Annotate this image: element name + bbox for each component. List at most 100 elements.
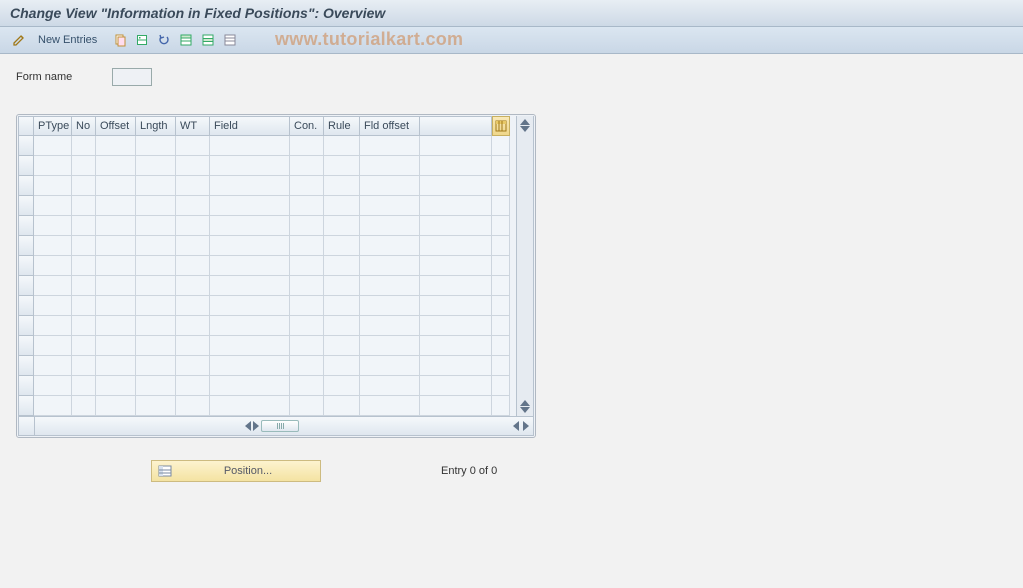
cell-rule[interactable] (324, 316, 360, 336)
scroll-up-icon[interactable] (520, 119, 530, 125)
cell-no[interactable] (72, 196, 96, 216)
cell-ptype[interactable] (34, 336, 72, 356)
cell-lngth[interactable] (136, 356, 176, 376)
cell-wt[interactable] (176, 236, 210, 256)
cell-con[interactable] (290, 376, 324, 396)
cell-ptype[interactable] (34, 216, 72, 236)
cell-lngth[interactable] (136, 396, 176, 416)
cell-field[interactable] (210, 376, 290, 396)
cell-fldoff[interactable] (360, 156, 420, 176)
cell-lngth[interactable] (136, 156, 176, 176)
cell-lngth[interactable] (136, 216, 176, 236)
cell-rule[interactable] (324, 236, 360, 256)
row-selector[interactable] (18, 256, 34, 276)
cell-lngth[interactable] (136, 296, 176, 316)
cell-lngth[interactable] (136, 276, 176, 296)
cell-ptype[interactable] (34, 256, 72, 276)
scroll-down-end-icon[interactable] (520, 407, 530, 413)
cell-con[interactable] (290, 176, 324, 196)
row-selector[interactable] (18, 356, 34, 376)
cell-no[interactable] (72, 156, 96, 176)
cell-field[interactable] (210, 236, 290, 256)
cell-no[interactable] (72, 136, 96, 156)
cell-ptype[interactable] (34, 356, 72, 376)
select-block-icon[interactable] (199, 31, 217, 49)
cell-fldoff[interactable] (360, 136, 420, 156)
cell-wt[interactable] (176, 316, 210, 336)
column-header-lngth[interactable]: Lngth (136, 116, 176, 136)
scroll-up-end-icon[interactable] (520, 400, 530, 406)
cell-offset[interactable] (96, 196, 136, 216)
cell-ptype[interactable] (34, 296, 72, 316)
cell-lngth[interactable] (136, 336, 176, 356)
column-header-field[interactable]: Field (210, 116, 290, 136)
cell-rule[interactable] (324, 216, 360, 236)
row-selector[interactable] (18, 216, 34, 236)
cell-no[interactable] (72, 376, 96, 396)
cell-rule[interactable] (324, 176, 360, 196)
cell-ptype[interactable] (34, 176, 72, 196)
column-header-wt[interactable]: WT (176, 116, 210, 136)
cell-fldoff[interactable] (360, 256, 420, 276)
cell-offset[interactable] (96, 156, 136, 176)
cell-ptype[interactable] (34, 136, 72, 156)
cell-offset[interactable] (96, 396, 136, 416)
cell-wt[interactable] (176, 336, 210, 356)
toggle-display-change-icon[interactable] (10, 31, 28, 49)
cell-no[interactable] (72, 176, 96, 196)
cell-lngth[interactable] (136, 196, 176, 216)
row-selector[interactable] (18, 296, 34, 316)
cell-no[interactable] (72, 236, 96, 256)
cell-field[interactable] (210, 296, 290, 316)
cell-fldoff[interactable] (360, 276, 420, 296)
row-selector[interactable] (18, 376, 34, 396)
cell-lngth[interactable] (136, 376, 176, 396)
column-header-no[interactable]: No (72, 116, 96, 136)
row-selector[interactable] (18, 196, 34, 216)
cell-con[interactable] (290, 236, 324, 256)
cell-wt[interactable] (176, 276, 210, 296)
cell-con[interactable] (290, 356, 324, 376)
cell-con[interactable] (290, 316, 324, 336)
cell-field[interactable] (210, 156, 290, 176)
cell-offset[interactable] (96, 176, 136, 196)
cell-no[interactable] (72, 276, 96, 296)
cell-no[interactable] (72, 396, 96, 416)
row-selector[interactable] (18, 316, 34, 336)
cell-ptype[interactable] (34, 196, 72, 216)
column-header-con[interactable]: Con. (290, 116, 324, 136)
column-header-rule[interactable]: Rule (324, 116, 360, 136)
row-selector[interactable] (18, 276, 34, 296)
cell-ptype[interactable] (34, 236, 72, 256)
cell-ptype[interactable] (34, 376, 72, 396)
select-all-icon[interactable] (177, 31, 195, 49)
cell-con[interactable] (290, 396, 324, 416)
cell-no[interactable] (72, 256, 96, 276)
cell-fldoff[interactable] (360, 376, 420, 396)
column-header-fldoff[interactable]: Fld offset (360, 116, 420, 136)
cell-fldoff[interactable] (360, 216, 420, 236)
cell-field[interactable] (210, 396, 290, 416)
column-header-offset[interactable]: Offset (96, 116, 136, 136)
column-header-ptype[interactable]: PType (34, 116, 72, 136)
cell-con[interactable] (290, 296, 324, 316)
cell-offset[interactable] (96, 216, 136, 236)
row-selector[interactable] (18, 136, 34, 156)
cell-con[interactable] (290, 336, 324, 356)
copy-as-icon[interactable] (111, 31, 129, 49)
scroll-down-icon[interactable] (520, 126, 530, 132)
vertical-scrollbar[interactable] (516, 116, 534, 416)
cell-fldoff[interactable] (360, 296, 420, 316)
hscroll-thumb[interactable] (261, 420, 299, 432)
cell-field[interactable] (210, 256, 290, 276)
cell-offset[interactable] (96, 236, 136, 256)
table-settings-icon[interactable] (492, 116, 510, 136)
cell-con[interactable] (290, 156, 324, 176)
cell-fldoff[interactable] (360, 176, 420, 196)
cell-wt[interactable] (176, 216, 210, 236)
cell-offset[interactable] (96, 276, 136, 296)
deselect-all-icon[interactable] (221, 31, 239, 49)
new-entries-button[interactable]: New Entries (32, 32, 103, 48)
cell-rule[interactable] (324, 136, 360, 156)
row-selector[interactable] (18, 176, 34, 196)
